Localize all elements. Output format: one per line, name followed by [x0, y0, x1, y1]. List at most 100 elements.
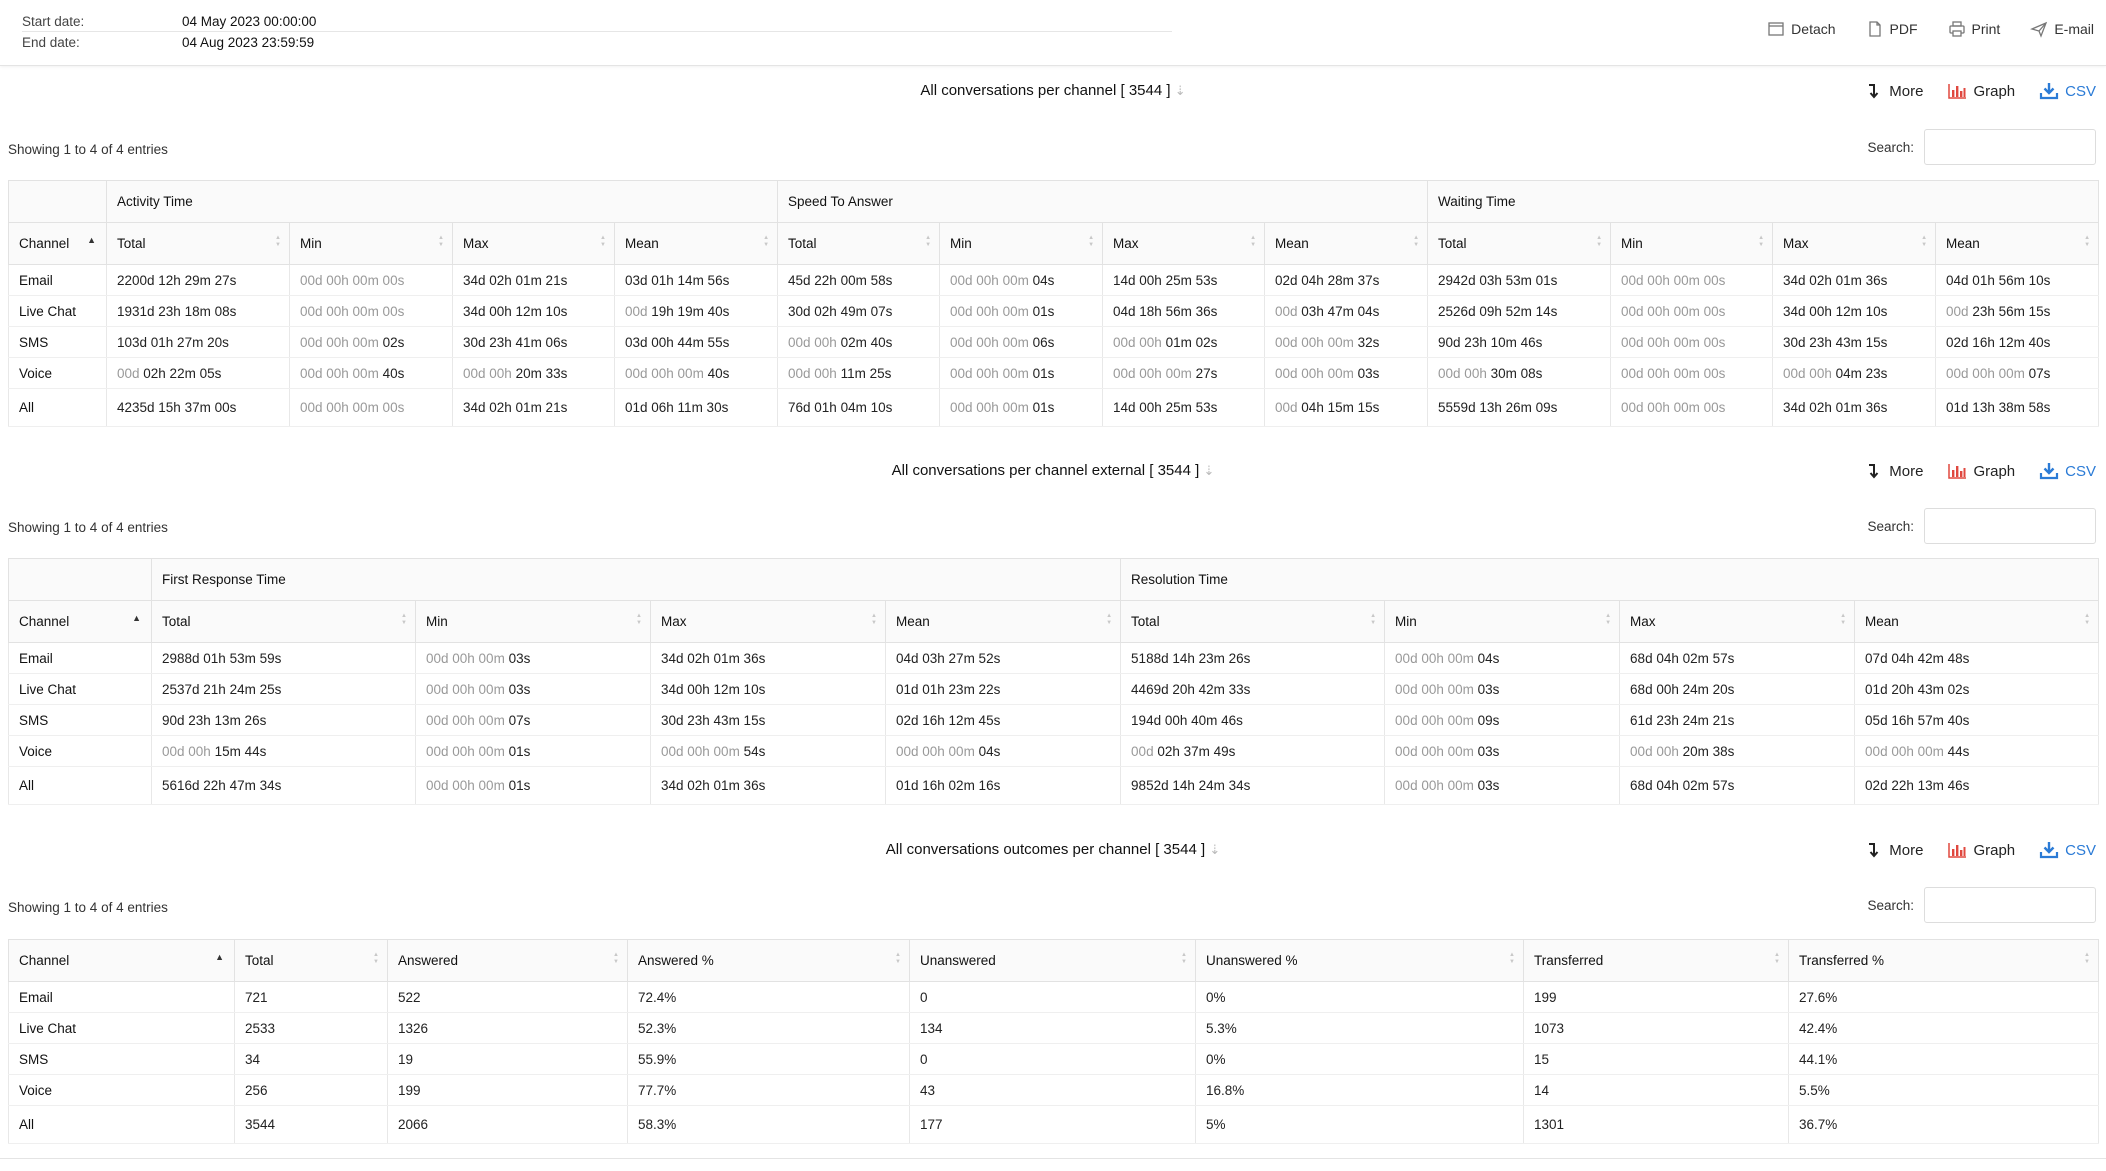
value-cell: 00d 00h 00m 06s — [939, 326, 1104, 358]
col-header-channel[interactable]: Channel — [8, 939, 235, 982]
email-button[interactable]: E-mail — [2030, 20, 2094, 38]
search-label: Search: — [1867, 139, 1914, 155]
table-total-row: All 4235d 15h 37m 00s 00d 00h 00m 00s 34d 0… — [8, 388, 2100, 427]
col-header-total[interactable]: Total — [234, 939, 388, 982]
value-cell: 30d 23h 43m 15s — [650, 704, 886, 736]
col-header-answered[interactable]: Answered — [387, 939, 628, 982]
value-cell: 00d 00h 00m 04s — [1384, 642, 1621, 674]
pdf-file-icon — [1868, 21, 1881, 37]
col-header-max[interactable]: Max — [1772, 222, 1937, 265]
col-header-total[interactable]: Total — [1427, 222, 1612, 265]
graph-label: Graph — [1973, 82, 2016, 100]
value-cell: 61d 23h 24m 21s — [1619, 704, 1856, 736]
value-cell: 00d 00h 00m 03s — [1384, 673, 1621, 705]
value-cell: 00d 00h 00m 00s — [289, 264, 453, 296]
col-header-total[interactable]: Total — [1120, 600, 1386, 643]
value-cell: 55.9% — [627, 1043, 910, 1075]
more-button[interactable]: More — [1863, 841, 1923, 859]
channel-cell: Email — [8, 981, 235, 1013]
value-cell: 00d 00h 00m 07s — [415, 704, 651, 736]
detach-button[interactable]: Detach — [1767, 20, 1836, 38]
value-cell: 14d 00h 25m 53s — [1102, 264, 1266, 296]
value-cell: 34d 02h 01m 36s — [650, 766, 886, 805]
search-input[interactable] — [1924, 887, 2096, 923]
more-arrow-icon — [1869, 843, 1879, 858]
csv-button[interactable]: CSV — [2039, 82, 2096, 100]
col-header-unanswered-pct[interactable]: Unanswered % — [1195, 939, 1524, 982]
col-header-max[interactable]: Max — [650, 600, 886, 643]
pdf-button[interactable]: PDF — [1866, 20, 1918, 38]
graph-button[interactable]: Graph — [1947, 82, 2015, 100]
value-cell: 00d 00h 00m 01s — [939, 295, 1104, 327]
graph-label: Graph — [1973, 841, 2016, 859]
group-header-empty — [8, 180, 107, 223]
table-body: Email 721 522 72.4% 0 0% 199 27.6% Live Chat 2533… — [8, 981, 2099, 1144]
col-header-min[interactable]: Min — [1610, 222, 1774, 265]
col-header-transferred[interactable]: Transferred — [1523, 939, 1789, 982]
value-cell: 34 — [234, 1043, 388, 1075]
col-header-mean[interactable]: Mean — [884, 600, 1122, 643]
graph-button[interactable]: Graph — [1947, 462, 2015, 480]
value-cell: 44.1% — [1788, 1043, 2099, 1075]
end-date-row: End date: 04 Aug 2023 23:59:59 — [22, 32, 1172, 52]
value-cell: 199 — [1523, 981, 1789, 1013]
activity-table: Activity Time Speed To Answer Waiting Ti… — [8, 180, 2100, 427]
value-cell: 01d 01h 23m 22s — [884, 673, 1122, 705]
section-title-text: All conversations per channel external [… — [891, 462, 1200, 479]
col-header-unanswered[interactable]: Unanswered — [909, 939, 1196, 982]
search-box: Search: — [1867, 508, 2096, 544]
section-actions: More Graph CSV — [1863, 82, 2096, 100]
detach-icon — [1768, 22, 1784, 36]
csv-button[interactable]: CSV — [2039, 841, 2096, 859]
email-label: E-mail — [2054, 21, 2094, 37]
col-header-mean[interactable]: Mean — [613, 222, 779, 265]
search-box: Search: — [1867, 887, 2096, 923]
csv-button[interactable]: CSV — [2039, 462, 2096, 480]
col-header-min[interactable]: Min — [415, 600, 651, 643]
col-header-channel[interactable]: Channel — [8, 600, 152, 643]
sort-down-icon[interactable]: ⇣ — [1203, 463, 1214, 478]
value-cell: 00d 00h 00m 07s — [1935, 357, 2100, 389]
col-header-max[interactable]: Max — [452, 222, 615, 265]
col-header-min[interactable]: Min — [1384, 600, 1621, 643]
col-header-min[interactable]: Min — [289, 222, 453, 265]
value-cell: 00d 00h 20m 38s — [1619, 735, 1856, 767]
value-cell: 00d 00h 30m 08s — [1427, 357, 1612, 389]
search-input[interactable] — [1924, 129, 2096, 165]
sort-down-icon[interactable]: ⇣ — [1209, 842, 1220, 857]
value-cell: 68d 00h 24m 20s — [1619, 673, 1856, 705]
col-header-total[interactable]: Total — [151, 600, 416, 643]
printer-icon — [1948, 21, 1965, 37]
search-input[interactable] — [1924, 508, 2096, 544]
col-header-max[interactable]: Max — [1619, 600, 1856, 643]
col-header-mean[interactable]: Mean — [1854, 600, 2100, 643]
channel-cell: All — [8, 1105, 235, 1144]
more-button[interactable]: More — [1863, 462, 1923, 480]
col-header-answered-pct[interactable]: Answered % — [627, 939, 910, 982]
value-cell: 68d 04h 02m 57s — [1619, 642, 1856, 674]
value-cell: 07d 04h 42m 48s — [1854, 642, 2100, 674]
entries-info: Showing 1 to 4 of 4 entries — [8, 142, 168, 157]
col-header-mean[interactable]: Mean — [1935, 222, 2100, 265]
end-date-label: End date: — [22, 34, 80, 50]
value-cell: 00d 00h 00m 40s — [613, 357, 779, 389]
col-header-channel[interactable]: Channel — [8, 222, 107, 265]
col-header-max[interactable]: Max — [1102, 222, 1266, 265]
col-header-transferred-pct[interactable]: Transferred % — [1788, 939, 2099, 982]
graph-button[interactable]: Graph — [1947, 841, 2015, 859]
value-cell: 0% — [1195, 1043, 1524, 1075]
col-header-mean[interactable]: Mean — [1264, 222, 1429, 265]
bar-chart-icon — [1948, 84, 1967, 99]
value-cell: 16.8% — [1195, 1074, 1524, 1106]
col-header-min[interactable]: Min — [939, 222, 1104, 265]
col-header-total[interactable]: Total — [777, 222, 941, 265]
print-button[interactable]: Print — [1948, 20, 2000, 38]
sort-down-icon[interactable]: ⇣ — [1175, 83, 1186, 98]
table-total-row: All 3544 2066 58.3% 177 5% 1301 36.7% — [8, 1105, 2099, 1144]
value-cell: 5616d 22h 47m 34s — [151, 766, 416, 805]
value-cell: 76d 01h 04m 10s — [777, 388, 941, 427]
more-button[interactable]: More — [1863, 82, 1923, 100]
col-header-total[interactable]: Total — [106, 222, 290, 265]
group-header-waiting: Waiting Time — [1427, 180, 2100, 223]
section-conversations-per-channel-external: All conversations per channel external [… — [8, 462, 2100, 814]
